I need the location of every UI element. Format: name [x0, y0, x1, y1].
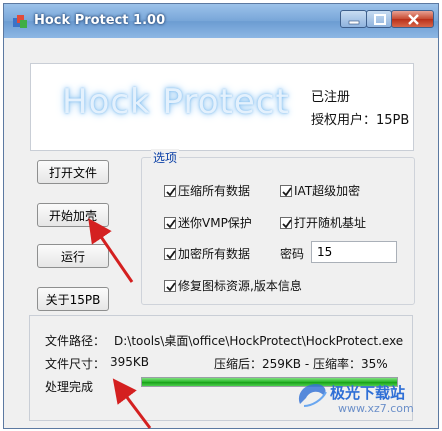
watermark-url: www.xz7.com: [338, 402, 414, 415]
maximize-button[interactable]: [366, 10, 392, 28]
mini-vmp-checkbox[interactable]: 迷你VMP保护: [164, 214, 252, 231]
open-file-button[interactable]: 打开文件: [37, 160, 109, 184]
checkmark-icon: [166, 250, 176, 260]
checkmark-icon: [282, 187, 292, 197]
password-label: 密码: [280, 247, 305, 261]
window-title: Hock Protect 1.00: [34, 13, 166, 28]
checkbox-box[interactable]: [280, 185, 292, 197]
minimize-icon: [348, 20, 360, 25]
minimize-button[interactable]: [340, 10, 367, 28]
status-text: 处理完成: [45, 380, 94, 394]
watermark-logo-icon: [298, 384, 327, 407]
banner-panel: Hock Protect 已注册 授权用户：15PB: [30, 63, 414, 151]
file-path-value: D:\tools\桌面\office\HockProtect\HockProte…: [114, 334, 404, 348]
checkmark-icon: [282, 219, 292, 229]
start-pack-button[interactable]: 开始加壳: [37, 203, 109, 227]
compression-info: 压缩后：259KB - 压缩率：35%: [214, 357, 388, 371]
checkbox-box[interactable]: [280, 217, 292, 229]
checkbox-box[interactable]: [164, 217, 176, 229]
repair-icon-checkbox[interactable]: 修复图标资源,版本信息: [164, 277, 302, 294]
checkbox-box[interactable]: [164, 280, 176, 292]
checkmark-icon: [166, 187, 176, 197]
options-title: 选项: [151, 149, 180, 166]
checkbox-box[interactable]: [164, 185, 176, 197]
file-size-value: 395KB: [110, 355, 150, 369]
checkbox-box[interactable]: [164, 248, 176, 260]
registration-status: 已注册: [311, 90, 351, 105]
checkmark-icon: [166, 282, 176, 292]
logo-text: Hock Protect: [62, 82, 290, 122]
app-icon: [13, 15, 27, 28]
compress-all-checkbox[interactable]: 压缩所有数据: [164, 182, 250, 199]
close-button[interactable]: [391, 10, 434, 28]
file-size-label: 文件尺寸：: [45, 357, 106, 371]
random-base-checkbox[interactable]: 打开随机基址: [280, 214, 366, 231]
licensed-user: 授权用户：15PB: [311, 113, 410, 128]
close-icon: [408, 14, 419, 25]
encrypt-all-checkbox[interactable]: 加密所有数据: [164, 245, 250, 262]
title-bar[interactable]: Hock Protect 1.00: [4, 4, 438, 38]
run-button[interactable]: 运行: [37, 244, 109, 268]
checkmark-icon: [166, 219, 176, 229]
watermark-text: 极光下载站: [330, 384, 406, 402]
file-path-label: 文件路径：: [45, 334, 106, 348]
password-input[interactable]: [311, 241, 397, 263]
about-button[interactable]: 关于15PB: [37, 287, 109, 311]
maximize-icon: [374, 14, 386, 25]
iat-encrypt-checkbox[interactable]: IAT超级加密: [280, 182, 360, 199]
options-group: 选项 压缩所有数据 IAT超级加密 迷你VMP保护 打开随机基址 加密所有数据 …: [141, 149, 415, 305]
